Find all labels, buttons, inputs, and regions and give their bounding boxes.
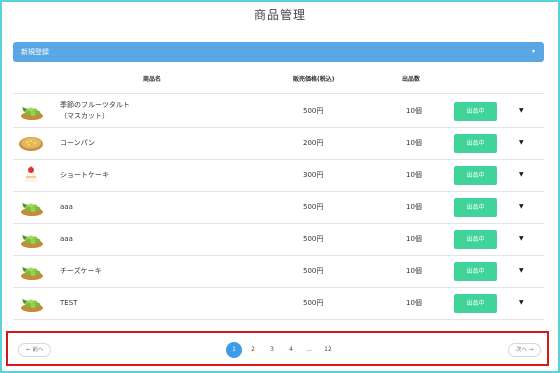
row-menu-caret-icon[interactable]: ▼: [519, 287, 524, 319]
product-thumbnail: [18, 261, 44, 281]
divider: [13, 93, 544, 94]
page-number-button[interactable]: 2: [245, 342, 261, 358]
table-row: チーズケーキ 500円 10個 出品中 ▼: [13, 255, 544, 287]
product-name-line1: aaa: [60, 234, 73, 243]
product-name-line1: aaa: [60, 202, 73, 211]
product-name: チーズケーキ: [60, 255, 102, 287]
product-price: 300円: [303, 171, 324, 179]
product-thumbnail: [18, 133, 44, 153]
product-quantity: 10個: [406, 203, 422, 211]
product-name: TEST: [60, 287, 77, 319]
product-thumbnail: [18, 165, 44, 185]
product-thumbnail: [18, 101, 44, 121]
row-menu-caret-icon[interactable]: ▼: [519, 95, 524, 127]
column-header-price: 販売価格(税込): [293, 76, 335, 83]
product-thumbnail: [18, 229, 44, 249]
product-name: aaa: [60, 223, 73, 255]
pagination: ← 前へ 1 2 3 4... 12 次へ →: [6, 331, 549, 366]
table-row: TEST 500円 10個 出品中 ▼: [13, 287, 544, 319]
product-quantity: 10個: [406, 235, 422, 243]
status-button[interactable]: 出品中: [454, 230, 497, 249]
new-registration-label: 新規登録: [21, 48, 49, 56]
column-header-qty: 出品数: [402, 76, 421, 83]
product-name-line1: TEST: [60, 298, 78, 307]
status-button[interactable]: 出品中: [454, 134, 497, 153]
product-quantity: 10個: [406, 267, 422, 275]
product-name: ショートケーキ: [60, 159, 109, 191]
row-menu-caret-icon[interactable]: ▼: [519, 223, 524, 255]
table-row: コーンパン 200円 10個 出品中 ▼: [13, 127, 544, 159]
table-row: aaa 500円 10個 出品中 ▼: [13, 191, 544, 223]
product-name: 季節のフルーツタルト （マスカット）: [60, 95, 130, 127]
row-menu-caret-icon[interactable]: ▼: [519, 191, 524, 223]
product-quantity: 10個: [406, 107, 422, 115]
divider: [13, 319, 544, 320]
page-number-button[interactable]: 4: [283, 342, 299, 358]
row-menu-caret-icon[interactable]: ▼: [519, 255, 524, 287]
status-button[interactable]: 出品中: [454, 102, 497, 121]
product-thumbnail: [18, 293, 44, 313]
product-thumbnail: [18, 197, 44, 217]
table-row: aaa 500円 10個 出品中 ▼: [13, 223, 544, 255]
product-name: コーンパン: [60, 127, 95, 159]
table-row: ショートケーキ 300円 10個 出品中 ▼: [13, 159, 544, 191]
page-title: 商品管理: [253, 8, 306, 22]
product-price: 500円: [303, 107, 324, 115]
page-number-button[interactable]: 12: [320, 342, 336, 358]
page-number-button[interactable]: 1: [226, 342, 242, 358]
table-row: 季節のフルーツタルト （マスカット） 500円 10個 出品中 ▼: [13, 95, 544, 127]
product-name-line2: （マスカット）: [60, 112, 109, 120]
status-button[interactable]: 出品中: [454, 262, 497, 281]
row-menu-caret-icon[interactable]: ▼: [519, 127, 524, 159]
product-price: 500円: [303, 203, 324, 211]
status-button[interactable]: 出品中: [454, 294, 497, 313]
pagination-ellipsis: ...: [306, 346, 312, 353]
product-quantity: 10個: [406, 171, 422, 179]
product-name-line1: ショートケーキ: [60, 170, 109, 179]
product-quantity: 10個: [406, 299, 422, 307]
new-registration-dropdown[interactable]: 新規登録 ▾: [13, 42, 544, 62]
product-price: 500円: [303, 235, 324, 243]
product-price: 200円: [303, 139, 324, 147]
product-name-line1: コーンパン: [60, 138, 95, 147]
product-name: aaa: [60, 191, 73, 223]
row-menu-caret-icon[interactable]: ▼: [519, 159, 524, 191]
chevron-down-icon: ▾: [531, 48, 535, 55]
product-quantity: 10個: [406, 139, 422, 147]
product-price: 500円: [303, 267, 324, 275]
page-number-button[interactable]: 3: [264, 342, 280, 358]
status-button[interactable]: 出品中: [454, 166, 497, 185]
table-header: 商品名 販売価格(税込) 出品数: [0, 74, 560, 86]
product-name-line1: チーズケーキ: [60, 266, 102, 275]
next-page-button[interactable]: 次へ →: [508, 343, 542, 357]
product-price: 500円: [303, 299, 324, 307]
product-name-line1: 季節のフルーツタルト: [60, 101, 130, 109]
prev-page-button[interactable]: ← 前へ: [18, 343, 52, 357]
status-button[interactable]: 出品中: [454, 198, 497, 217]
column-header-name: 商品名: [143, 76, 162, 83]
